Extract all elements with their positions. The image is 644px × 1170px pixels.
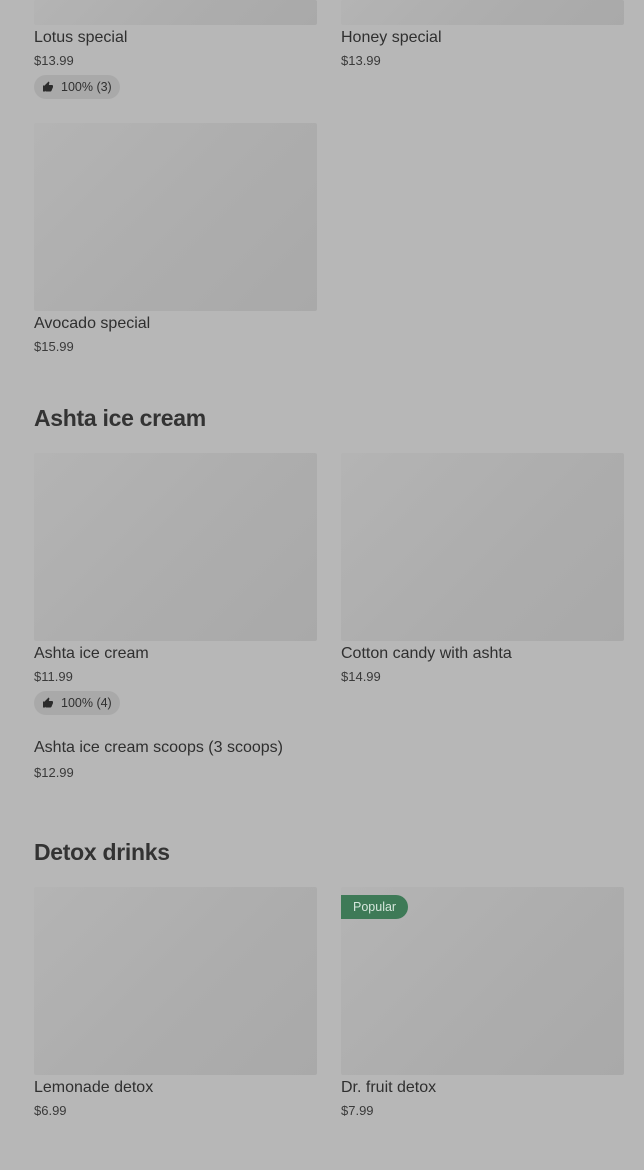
lotus-special-image[interactable] [34, 0, 317, 25]
lemonade-detox-image[interactable] [34, 887, 317, 1075]
ashta-ice-cream-name[interactable]: Ashta ice cream [34, 645, 149, 663]
honey-special-price: $13.99 [341, 53, 381, 68]
cotton-candy-name[interactable]: Cotton candy with ashta [341, 645, 512, 663]
thumbs-up-icon [43, 81, 53, 92]
lotus-special-rating: 100% (3) [34, 75, 120, 99]
ashta-scoops-name[interactable]: Ashta ice cream scoops (3 scoops) [34, 739, 283, 757]
cotton-candy-price: $14.99 [341, 669, 381, 684]
ashta-ice-cream-rating: 100% (4) [34, 691, 120, 715]
honey-special-name[interactable]: Honey special [341, 29, 442, 47]
ashta-ice-cream-image[interactable] [34, 453, 317, 641]
avocado-special-price: $15.99 [34, 339, 74, 354]
ashta-scoops-price: $12.99 [34, 765, 74, 780]
section-title-detox-drinks: Detox drinks [34, 839, 170, 865]
lemonade-detox-price: $6.99 [34, 1103, 67, 1118]
honey-special-image[interactable] [341, 0, 624, 25]
rating-text: 100% (3) [61, 80, 112, 94]
lemonade-detox-name[interactable]: Lemonade detox [34, 1079, 153, 1097]
thumbs-up-icon [43, 697, 53, 708]
popular-badge: Popular [341, 895, 409, 919]
section-title-ashta-ice-cream: Ashta ice cream [34, 405, 206, 431]
ashta-ice-cream-price: $11.99 [34, 669, 73, 684]
lotus-special-price: $13.99 [34, 53, 74, 68]
dr-fruit-detox-name[interactable]: Dr. fruit detox [341, 1079, 436, 1097]
lotus-special-name[interactable]: Lotus special [34, 29, 127, 47]
avocado-special-image[interactable] [34, 123, 317, 311]
avocado-special-name[interactable]: Avocado special [34, 315, 150, 333]
rating-text: 100% (4) [61, 696, 112, 710]
cotton-candy-image[interactable] [341, 453, 624, 641]
dr-fruit-detox-price: $7.99 [341, 1103, 374, 1118]
